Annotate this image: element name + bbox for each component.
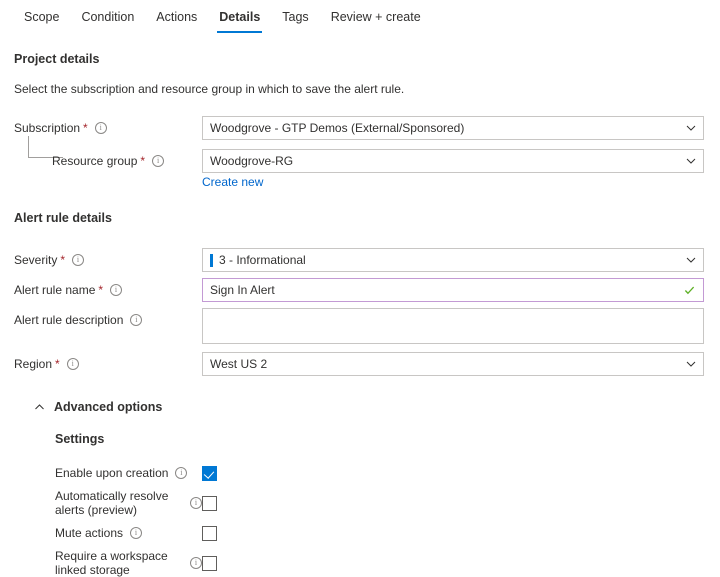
tab-scope[interactable]: Scope — [13, 9, 70, 33]
severity-info-icon[interactable] — [72, 254, 84, 266]
subscription-info-icon[interactable] — [95, 122, 107, 134]
severity-label: Severity — [14, 252, 57, 268]
tab-tags-label: Tags — [282, 10, 308, 24]
auto-resolve-alerts-label: Automatically resolve alerts (preview) — [55, 489, 183, 517]
subscription-dropdown[interactable]: Woodgrove - GTP Demos (External/Sponsore… — [202, 116, 704, 140]
tab-actions[interactable]: Actions — [145, 9, 208, 33]
resource-group-dropdown[interactable]: Woodgrove-RG — [202, 149, 704, 173]
create-new-resource-group-link[interactable]: Create new — [202, 175, 263, 190]
tab-review-create-label: Review + create — [331, 10, 421, 24]
tab-tags[interactable]: Tags — [271, 9, 319, 33]
resource-group-required-asterisk: * — [140, 156, 145, 166]
tab-actions-label: Actions — [156, 10, 197, 24]
alert-rule-description-label-cell: Alert rule description — [14, 308, 202, 328]
auto-resolve-alerts-label-cell: Automatically resolve alerts (preview) — [14, 489, 202, 517]
severity-label-cell: Severity * — [14, 248, 202, 268]
project-details-title: Project details — [14, 52, 706, 66]
subscription-row: Subscription * Woodgrove - GTP Demos (Ex… — [14, 116, 706, 140]
require-workspace-linked-storage-checkbox[interactable] — [202, 556, 217, 571]
enable-upon-creation-label-cell: Enable upon creation — [14, 466, 202, 480]
alert-rule-description-label: Alert rule description — [14, 312, 123, 328]
region-info-icon[interactable] — [67, 358, 79, 370]
alert-rule-details-heading: Alert rule details — [14, 211, 706, 225]
auto-resolve-alerts-checkbox[interactable] — [202, 496, 217, 511]
require-workspace-linked-storage-label-cell: Require a workspace linked storage — [14, 549, 202, 577]
settings-heading: Settings — [14, 432, 706, 446]
mute-actions-label: Mute actions — [55, 526, 123, 540]
severity-color-indicator — [210, 254, 213, 267]
checkbox-row-mute-actions: Mute actions — [14, 523, 706, 543]
region-required-asterisk: * — [55, 359, 60, 369]
auto-resolve-alerts-info-icon[interactable] — [190, 497, 202, 509]
subscription-field: Woodgrove - GTP Demos (External/Sponsore… — [202, 116, 704, 140]
mute-actions-label-cell: Mute actions — [14, 526, 202, 540]
region-label-cell: Region * — [14, 352, 202, 372]
chevron-down-icon — [686, 255, 695, 264]
severity-required-asterisk: * — [60, 255, 65, 265]
alert-rule-description-textarea[interactable] — [202, 308, 704, 344]
settings-heading-label: Settings — [55, 432, 104, 446]
subscription-label-cell: Subscription * — [14, 116, 202, 136]
tab-scope-label: Scope — [24, 10, 59, 24]
severity-field: 3 - Informational — [202, 248, 704, 272]
chevron-down-icon — [686, 359, 695, 368]
chevron-down-icon — [686, 156, 695, 165]
valid-check-icon — [684, 285, 695, 296]
require-workspace-linked-storage-info-icon[interactable] — [190, 557, 202, 569]
alert-rule-description-field — [202, 308, 704, 344]
alert-rule-details-title: Alert rule details — [14, 211, 706, 225]
severity-row: Severity * 3 - Informational — [14, 248, 706, 272]
chevron-down-icon — [686, 123, 695, 132]
chevron-up-icon — [34, 402, 45, 413]
enable-upon-creation-checkbox[interactable] — [202, 466, 217, 481]
alert-rule-description-row: Alert rule description — [14, 308, 706, 344]
advanced-options-toggle[interactable]: Advanced options — [14, 400, 706, 414]
resource-group-info-icon[interactable] — [152, 155, 164, 167]
resource-group-value: Woodgrove-RG — [210, 154, 293, 168]
tab-review-create[interactable]: Review + create — [320, 9, 432, 33]
mute-actions-checkbox[interactable] — [202, 526, 217, 541]
checkbox-row-auto-resolve-alerts: Automatically resolve alerts (preview) — [14, 493, 706, 513]
checkbox-row-enable-upon-creation: Enable upon creation — [14, 463, 706, 483]
advanced-options-label: Advanced options — [54, 400, 162, 414]
details-form: Project details Select the subscription … — [0, 52, 720, 573]
wizard-tab-bar: Scope Condition Actions Details Tags Rev… — [0, 0, 720, 30]
checkbox-row-require-workspace-linked-storage: Require a workspace linked storage — [14, 553, 706, 573]
region-value: West US 2 — [210, 357, 267, 371]
alert-rule-name-label: Alert rule name — [14, 282, 95, 298]
tab-condition-label: Condition — [81, 10, 134, 24]
alert-rule-name-input[interactable]: Sign In Alert — [202, 278, 704, 302]
subscription-value: Woodgrove - GTP Demos (External/Sponsore… — [210, 121, 464, 135]
alert-rule-name-label-cell: Alert rule name * — [14, 278, 202, 298]
subscription-label: Subscription — [14, 120, 80, 136]
alert-rule-name-required-asterisk: * — [98, 285, 103, 295]
enable-upon-creation-info-icon[interactable] — [175, 467, 187, 479]
tab-details-label: Details — [219, 10, 260, 24]
require-workspace-linked-storage-label: Require a workspace linked storage — [55, 549, 183, 577]
project-details-heading: Project details — [14, 52, 706, 66]
resource-group-label-cell: Resource group * — [14, 149, 202, 169]
resource-group-label: Resource group — [52, 153, 137, 169]
alert-rule-description-info-icon[interactable] — [130, 314, 142, 326]
subscription-required-asterisk: * — [83, 123, 88, 133]
resource-group-field: Woodgrove-RG Create new — [202, 149, 704, 190]
enable-upon-creation-label: Enable upon creation — [55, 466, 168, 480]
region-dropdown[interactable]: West US 2 — [202, 352, 704, 376]
alert-rule-name-row: Alert rule name * Sign In Alert — [14, 278, 706, 302]
alert-rule-name-info-icon[interactable] — [110, 284, 122, 296]
severity-dropdown[interactable]: 3 - Informational — [202, 248, 704, 272]
region-label: Region — [14, 356, 52, 372]
tab-details[interactable]: Details — [208, 9, 271, 33]
alert-rule-name-value: Sign In Alert — [210, 283, 275, 297]
region-row: Region * West US 2 — [14, 352, 706, 376]
region-field: West US 2 — [202, 352, 704, 376]
severity-value: 3 - Informational — [219, 253, 306, 267]
alert-rule-name-field: Sign In Alert — [202, 278, 704, 302]
resource-group-row: Resource group * Woodgrove-RG Create new — [14, 149, 706, 190]
project-details-description: Select the subscription and resource gro… — [14, 82, 706, 96]
tab-condition[interactable]: Condition — [70, 9, 145, 33]
